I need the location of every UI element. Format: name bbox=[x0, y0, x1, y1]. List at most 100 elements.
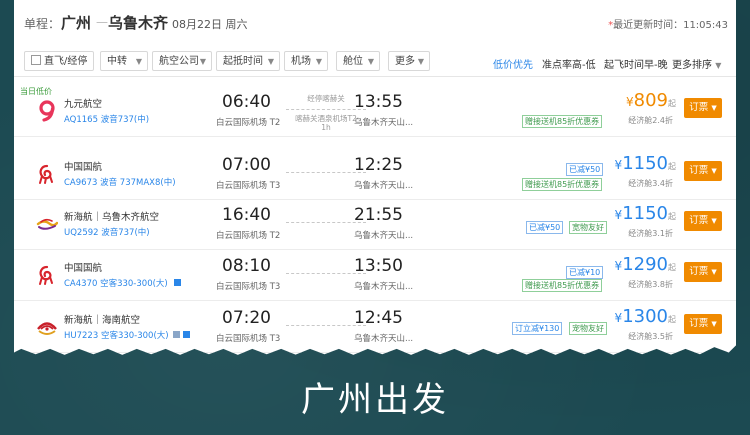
flight-row[interactable]: 新海航｜乌鲁木齐航空 UQ2592 波音737(中) 16:40 白云国际机场 … bbox=[14, 199, 736, 250]
arrival-time: 13:55 bbox=[354, 92, 403, 112]
coupon-badge: 赠接送机85折优惠券 bbox=[522, 279, 603, 292]
arrival-airport: 乌鲁木齐天山... bbox=[354, 118, 414, 128]
more-filter[interactable]: 更多 ▼ bbox=[388, 51, 430, 71]
arrival-airport: 乌鲁木齐天山... bbox=[354, 231, 414, 241]
airline-filter-label: 航空公司 bbox=[159, 56, 199, 67]
departure-airport: 白云国际机场 T2 bbox=[216, 231, 281, 241]
price-suffix: 起 bbox=[668, 99, 676, 108]
departure-time: 16:40 bbox=[222, 205, 271, 225]
book-button[interactable]: 订票 ▼ bbox=[684, 262, 722, 282]
departure-time: 08:10 bbox=[222, 256, 271, 276]
arrival-airport: 乌鲁木齐天山... bbox=[354, 181, 414, 191]
sort-more-label: 更多排序 bbox=[672, 60, 712, 71]
arrival-airport: 乌鲁木齐天山... bbox=[354, 334, 414, 344]
sort-departure[interactable]: 起飞时间早-晚 bbox=[604, 56, 668, 71]
chevron-down-icon: ▼ bbox=[267, 57, 274, 66]
chevron-down-icon: ▼ bbox=[417, 57, 424, 66]
flight-results-panel: 单程： 广州 — 乌鲁木齐 08月22日 周六 *最近更新时间：11:05:43… bbox=[14, 0, 736, 355]
more-filter-label: 更多 bbox=[395, 56, 415, 67]
airline-name: 新海航｜乌鲁木齐航空 bbox=[64, 212, 160, 223]
discount-badge: 订立减¥130 bbox=[512, 322, 563, 335]
airline-filter[interactable]: 航空公司 ▼ bbox=[152, 51, 212, 71]
discount-badge: 已减¥50 bbox=[526, 221, 564, 234]
route-header: 单程： 广州 — 乌鲁木齐 08月22日 周六 *最近更新时间：11:05:43 bbox=[14, 9, 736, 37]
price: ¥1150起 bbox=[615, 203, 676, 224]
flight-number[interactable]: HU7223 空客330-300(大) bbox=[64, 329, 190, 341]
airport-filter[interactable]: 机场 ▼ bbox=[284, 51, 328, 71]
flight-number-text: CA4370 空客330-300(大) bbox=[64, 279, 168, 289]
flight-number[interactable]: CA9673 波音 737MAX8(中) bbox=[64, 176, 176, 188]
cabin-discount: 经济舱2.4折 bbox=[628, 116, 673, 125]
destination-city[interactable]: 乌鲁木齐 bbox=[108, 12, 168, 33]
pet-friendly-badge: 宽物友好 bbox=[569, 221, 607, 234]
currency-symbol: ¥ bbox=[626, 95, 634, 109]
chevron-down-icon: ▼ bbox=[199, 57, 206, 66]
flight-row[interactable]: 九元航空 AQ1165 波音737(中) 06:40 白云国际机场 T2 经停喀… bbox=[14, 86, 736, 137]
airport-filter-label: 机场 bbox=[291, 56, 311, 67]
price-value: 1300 bbox=[622, 306, 668, 327]
filter-bar: 直飞/经停 中转 ▼ 航空公司 ▼ 起抵时间 ▼ 机场 ▼ 舱位 ▼ 更多 ▼ 低价优先 准… bbox=[14, 50, 736, 77]
price-suffix: 起 bbox=[668, 263, 676, 272]
last-update: *最近更新时间：11:05:43 bbox=[608, 16, 728, 31]
direct-filter-label: 直飞/经停 bbox=[44, 56, 88, 67]
price: ¥809起 bbox=[626, 90, 676, 111]
book-button[interactable]: 订票 ▼ bbox=[684, 98, 722, 118]
meal-icon bbox=[182, 331, 190, 338]
page-title: 广州出发 bbox=[301, 380, 449, 420]
transfer-filter[interactable]: 中转 ▼ bbox=[100, 51, 148, 71]
sort-more[interactable]: 更多排序 ▼ bbox=[672, 56, 721, 71]
price-value: 1150 bbox=[622, 153, 668, 174]
departure-time: 07:20 bbox=[222, 308, 271, 328]
flight-number[interactable]: AQ1165 波音737(中) bbox=[64, 113, 149, 125]
direct-filter[interactable]: 直飞/经停 bbox=[24, 51, 94, 71]
flight-number-text: HU7223 空客330-300(大) bbox=[64, 331, 169, 341]
time-filter[interactable]: 起抵时间 ▼ bbox=[216, 51, 280, 71]
book-button-label: 订票 bbox=[689, 165, 709, 176]
sort-low-price[interactable]: 低价优先 bbox=[493, 56, 533, 71]
departure-airport: 白云国际机场 T3 bbox=[216, 334, 281, 344]
chevron-down-icon: ▼ bbox=[711, 268, 717, 276]
cabin-discount: 经济舱3.8折 bbox=[628, 280, 673, 289]
flight-row[interactable]: 中国国航 CA9673 波音 737MAX8(中) 07:00 白云国际机场 T… bbox=[14, 149, 736, 200]
trip-type-label: 单程： bbox=[24, 17, 61, 31]
book-button[interactable]: 订票 ▼ bbox=[684, 211, 722, 231]
cabin-filter[interactable]: 舱位 ▼ bbox=[336, 51, 380, 71]
departure-airport: 白云国际机场 T3 bbox=[216, 282, 281, 292]
book-button[interactable]: 订票 ▼ bbox=[684, 161, 722, 181]
time-filter-label: 起抵时间 bbox=[223, 56, 263, 67]
cabin-discount: 经济舱3.5折 bbox=[628, 332, 673, 341]
departure-airport: 白云国际机场 T2 bbox=[216, 118, 281, 128]
price-value: 1290 bbox=[622, 254, 668, 275]
route-separator: — bbox=[96, 15, 108, 29]
flight-number[interactable]: CA4370 空客330-300(大) bbox=[64, 277, 181, 289]
flight-row[interactable]: 中国国航 CA4370 空客330-300(大) 08:10 白云国际机场 T3… bbox=[14, 250, 736, 301]
book-button-label: 订票 bbox=[689, 102, 709, 113]
checkbox-icon[interactable] bbox=[31, 55, 41, 65]
chevron-down-icon: ▼ bbox=[711, 217, 717, 225]
price: ¥1150起 bbox=[615, 153, 676, 174]
flight-row[interactable]: 新海航｜海南航空 HU7223 空客330-300(大) 07:20 白云国际机… bbox=[14, 302, 736, 353]
air-china-logo-icon bbox=[39, 164, 53, 184]
discount-badge: 已减¥50 bbox=[566, 163, 604, 176]
hainan-airlines-logo-icon bbox=[37, 322, 57, 335]
sort-punctuality[interactable]: 准点率高-低 bbox=[542, 56, 596, 71]
chevron-down-icon: ▼ bbox=[711, 167, 717, 175]
stopover-duration: 1h bbox=[321, 123, 331, 132]
book-button-label: 订票 bbox=[689, 215, 709, 226]
origin-city[interactable]: 广州 bbox=[61, 12, 91, 33]
book-button[interactable]: 订票 ▼ bbox=[684, 314, 722, 334]
arrival-time: 13:50 bbox=[354, 256, 403, 276]
arrival-time: 12:25 bbox=[354, 155, 403, 175]
price: ¥1300起 bbox=[615, 306, 676, 327]
air-china-logo-icon bbox=[39, 265, 53, 285]
cabin-filter-label: 舱位 bbox=[343, 56, 363, 67]
arrival-time: 21:55 bbox=[354, 205, 403, 225]
coupon-badge: 赠接送机85折优惠券 bbox=[522, 115, 603, 128]
last-update-text: 最近更新时间：11:05:43 bbox=[613, 20, 728, 31]
flight-number[interactable]: UQ2592 波音737(中) bbox=[64, 226, 150, 238]
price-suffix: 起 bbox=[668, 315, 676, 324]
discount-badge: 已减¥10 bbox=[566, 266, 604, 279]
travel-date[interactable]: 08月22日 周六 bbox=[172, 16, 248, 32]
airline-name: 中国国航 bbox=[64, 263, 103, 274]
meal-icon bbox=[173, 279, 181, 286]
